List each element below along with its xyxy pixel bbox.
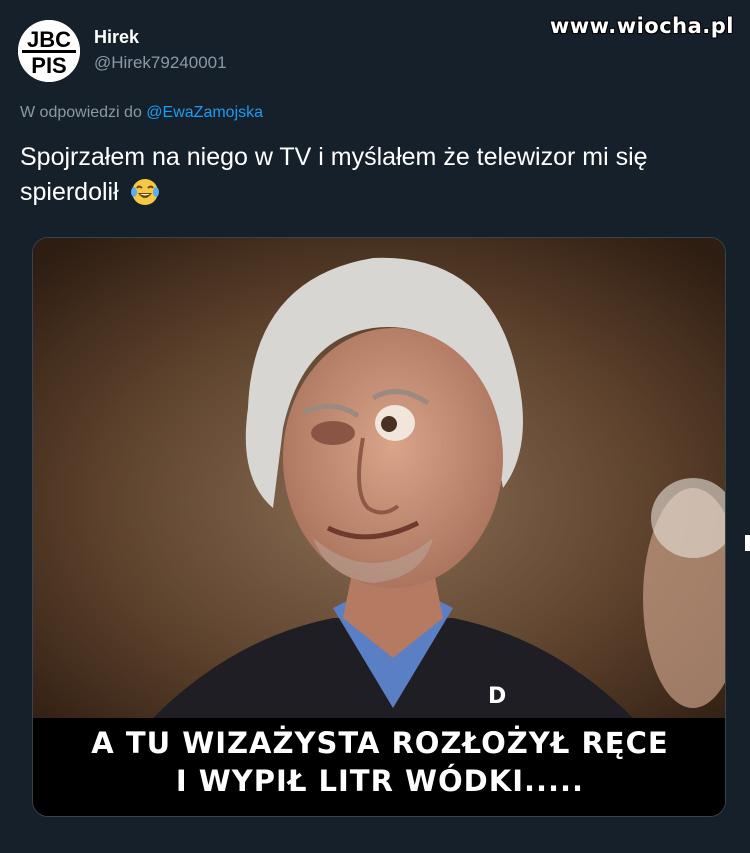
- caption-line-1: A TU WIZAŻYSTA ROZŁOŻYŁ RĘCE: [91, 726, 669, 760]
- user-handle[interactable]: @Hirek79240001: [94, 53, 227, 73]
- tweet-text-body: Spojrzałem na niego w TV i myślałem że t…: [20, 143, 648, 206]
- caption-line-2: I WYPIŁ LITR WÓDKI.....: [175, 764, 585, 798]
- display-name[interactable]: Hirek: [94, 27, 139, 48]
- edge-marker: [745, 535, 750, 551]
- avatar-text-bottom: PIS: [31, 53, 66, 78]
- meme-photo: D: [33, 238, 725, 718]
- reply-context: W odpowiedzi do @EwaZamojska: [20, 104, 263, 122]
- avatar[interactable]: JBC PIS: [18, 20, 80, 82]
- tweet-media[interactable]: D A TU WIZAŻYSTA ROZŁOŻYŁ RĘCE I WYPIŁ L…: [32, 237, 726, 817]
- photo-badge: D: [488, 684, 506, 709]
- avatar-text-top: JBC: [27, 27, 71, 52]
- tweet-text: Spojrzałem na niego w TV i myślałem że t…: [20, 140, 730, 217]
- reply-prefix: W odpowiedzi do: [20, 104, 142, 121]
- tweet-card: www.wiocha.pl JBC PIS Hirek @Hirek792400…: [0, 0, 750, 853]
- site-watermark: www.wiocha.pl: [549, 14, 734, 38]
- face-with-tears-of-joy-icon: [130, 177, 160, 217]
- meme-caption: A TU WIZAŻYSTA ROZŁOŻYŁ RĘCE I WYPIŁ LIT…: [33, 718, 725, 816]
- reply-mention-link[interactable]: @EwaZamojska: [146, 104, 263, 121]
